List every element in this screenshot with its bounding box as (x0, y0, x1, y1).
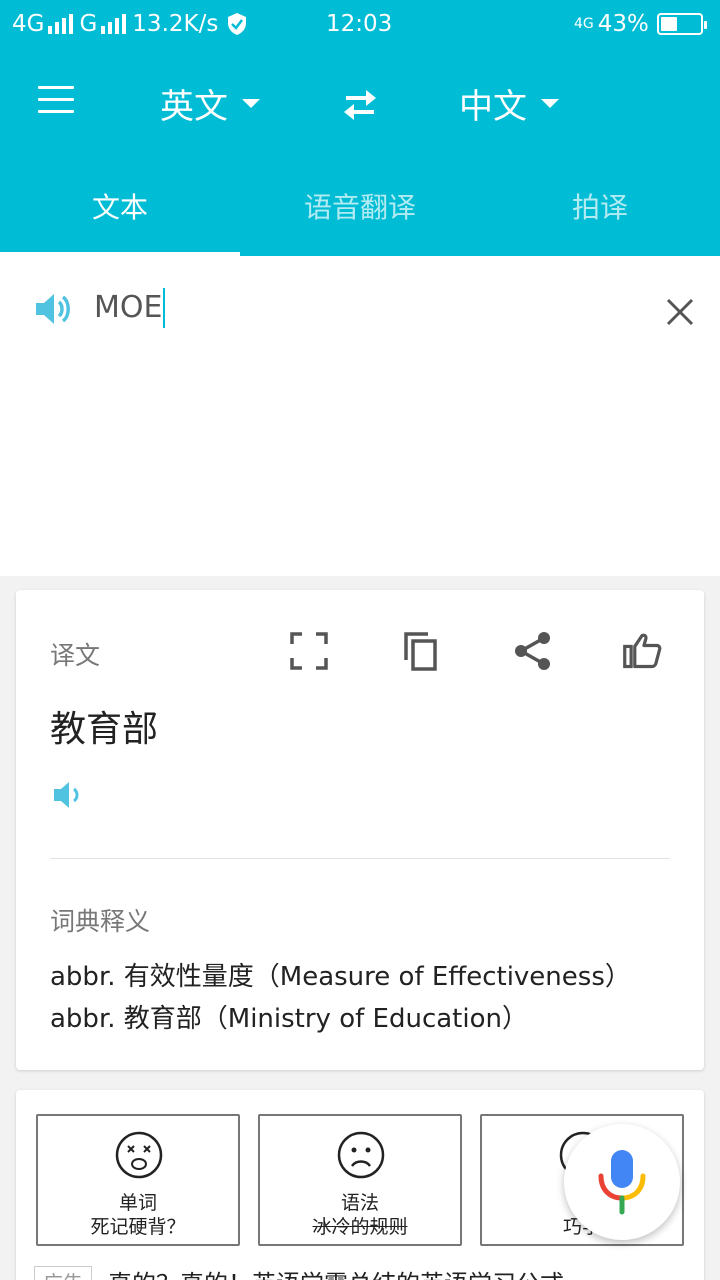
network-label-right: 4G (574, 16, 594, 32)
source-language-label: 英文 (160, 86, 228, 127)
ad-thumb-caption: 死记硬背？ (90, 1216, 186, 1238)
dictionary-label: 词典释义 (50, 907, 151, 936)
network-label-1: 4G (12, 11, 45, 37)
source-text-input[interactable]: MOE (94, 288, 166, 328)
sad-face-icon (337, 1131, 385, 1179)
battery-percent: 43% (597, 11, 649, 37)
translation-result: 教育部 (50, 709, 159, 750)
ad-thumbnail[interactable]: 单词 死记硬背？ (36, 1114, 240, 1246)
swap-languages-icon[interactable] (340, 86, 380, 122)
ad-tag: 广告 (34, 1266, 92, 1280)
shield-icon (228, 13, 247, 35)
ad-thumb-caption: 冰冷的规则 (312, 1216, 408, 1238)
menu-icon[interactable] (38, 86, 74, 116)
battery-icon (656, 13, 707, 35)
share-icon[interactable] (512, 630, 554, 672)
status-left: 4G G 13.2K/s (12, 11, 248, 37)
thumbs-up-icon[interactable] (622, 630, 664, 672)
translation-label: 译文 (50, 641, 101, 670)
translation-card: 译文 教育部 词典释义 abbr. 有效性量度（Measure of Effec… (16, 590, 704, 1070)
speaker-icon[interactable] (34, 289, 74, 329)
dictionary-definition: abbr. 教育部（Ministry of Education） (50, 1004, 528, 1034)
chevron-down-icon (242, 98, 260, 108)
tab-text[interactable]: 文本 (0, 156, 240, 256)
ad-thumbnail[interactable]: 语法 冰冷的规则 (258, 1114, 462, 1246)
voice-input-button[interactable] (564, 1124, 680, 1240)
status-time: 12:03 (326, 11, 393, 37)
chevron-down-icon (541, 98, 559, 108)
signal-icon (48, 14, 74, 34)
dizzy-face-icon (115, 1131, 163, 1179)
source-language-select[interactable]: 英文 (160, 78, 260, 128)
tab-voice-translate[interactable]: 语音翻译 (240, 156, 480, 256)
status-right: 4G 43% (574, 11, 707, 37)
target-language-select[interactable]: 中文 (459, 78, 559, 128)
tab-photo-translate[interactable]: 拍译 (480, 156, 720, 256)
microphone-icon (598, 1150, 646, 1215)
network-speed: 13.2K/s (132, 11, 219, 37)
close-icon[interactable] (664, 296, 696, 328)
target-language-label: 中文 (459, 86, 527, 127)
input-area[interactable]: MOE (0, 256, 720, 576)
ad-thumb-caption: 语法 (340, 1192, 379, 1214)
divider (50, 858, 670, 859)
toolbar: 英文 中文 (0, 52, 720, 156)
dictionary-definition: abbr. 有效性量度（Measure of Effectiveness） (50, 962, 631, 992)
fullscreen-icon[interactable] (288, 630, 330, 672)
status-bar: 4G G 13.2K/s 12:03 4G 43% (0, 0, 720, 52)
network-label-2: G (79, 11, 98, 37)
ad-thumb-caption: 单词 (118, 1192, 157, 1214)
tab-bar: 文本 语音翻译 拍译 (0, 156, 720, 256)
signal-icon-2 (101, 14, 127, 34)
ad-headline[interactable]: 真的？真的！英语学霸总结的英语学习公式 (108, 1264, 564, 1280)
speaker-icon[interactable] (52, 778, 86, 812)
app-header: 4G G 13.2K/s 12:03 4G 43% 英文 中文 文本 语音翻译 … (0, 0, 720, 256)
copy-icon[interactable] (400, 630, 442, 672)
